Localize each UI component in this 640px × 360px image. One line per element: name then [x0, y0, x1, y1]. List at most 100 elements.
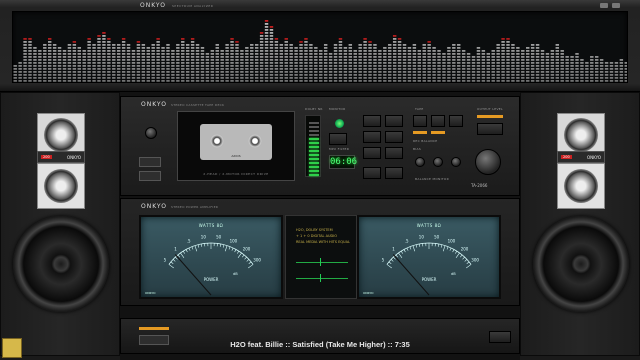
spectrum-segment	[535, 47, 540, 49]
vu-segment	[309, 134, 319, 136]
rec-right-knob[interactable]	[451, 157, 461, 167]
tape-type-button-3[interactable]	[449, 115, 463, 127]
spectrum-segment	[348, 44, 353, 46]
power-knob[interactable]	[145, 127, 157, 139]
spectrum-segment	[28, 50, 32, 52]
spectrum-segment	[171, 80, 175, 82]
spectrum-segment	[397, 77, 402, 79]
spectrum-segment	[190, 44, 195, 46]
spectrum-segment	[432, 47, 436, 49]
spectrum-segment	[210, 50, 215, 52]
spectrum-analyzer: ONKYO SPECTRUM ANALYZER	[0, 0, 640, 92]
spectrum-segment	[447, 71, 451, 73]
spectrum-segment	[136, 65, 141, 67]
spectrum-segment	[195, 65, 200, 67]
spectrum-segment	[112, 77, 116, 79]
meter-scale-label: 10	[201, 235, 207, 240]
spectrum-segment	[368, 74, 372, 76]
rewind-button[interactable]	[363, 115, 381, 127]
spectrum-segment	[624, 68, 627, 70]
spectrum-segment	[82, 56, 86, 58]
spectrum-segment	[294, 65, 298, 67]
spectrum-segment	[28, 38, 32, 40]
spectrum-segment	[432, 68, 436, 70]
bias-knob[interactable]	[415, 157, 425, 167]
spectrum-segment	[269, 35, 274, 37]
spectrum-segment	[323, 77, 328, 79]
spectrum-segment	[254, 59, 259, 61]
spectrum-segment	[171, 68, 175, 70]
spectrum-segment	[146, 53, 150, 55]
spectrum-segment	[264, 32, 269, 34]
eject-button[interactable]	[139, 157, 161, 167]
spectrum-segment	[284, 74, 288, 76]
spectrum-segment	[432, 74, 436, 76]
spectrum-segment	[392, 62, 397, 64]
spectrum-segment	[496, 44, 500, 46]
tuner-indicator	[139, 327, 169, 330]
counter-reset-button[interactable]	[363, 167, 381, 179]
spectrum-segment	[116, 53, 121, 55]
spectrum-segment	[250, 62, 254, 64]
balance-marker-2[interactable]	[320, 274, 321, 282]
spectrum-segment	[314, 56, 318, 58]
stop-deck-button[interactable]	[385, 147, 403, 159]
spectrum-segment	[304, 56, 308, 58]
spectrum-segment	[230, 56, 234, 58]
spectrum-segment	[77, 53, 81, 55]
spectrum-segment	[92, 74, 96, 76]
memory-button[interactable]	[385, 167, 403, 179]
spectrum-segment	[102, 62, 106, 64]
monitor-led[interactable]	[335, 119, 344, 128]
spectrum-segment	[102, 35, 106, 37]
spectrum-segment	[52, 50, 57, 52]
stop-button[interactable]	[139, 171, 161, 181]
spectrum-segment	[609, 65, 614, 67]
spectrum-segment	[319, 65, 323, 67]
now-playing-text: H2O feat. Billie :: Satisfied (Take Me H…	[230, 340, 410, 349]
spectrum-segment	[427, 44, 431, 46]
spectrum-segment	[402, 47, 407, 49]
play-button[interactable]	[385, 115, 403, 127]
spectrum-segment	[215, 65, 219, 67]
spectrum-segment	[599, 74, 604, 76]
spectrum-segment	[107, 59, 111, 61]
output-level-knob[interactable]	[475, 149, 501, 175]
pause-button[interactable]	[385, 131, 403, 143]
fast-forward-button[interactable]	[363, 147, 381, 159]
spectrum-segment	[388, 80, 392, 82]
tape-select-button[interactable]	[329, 133, 347, 145]
spectrum-segment	[397, 62, 402, 64]
spectrum-segment	[102, 65, 106, 67]
spectrum-segment	[447, 59, 451, 61]
spectrum-segment	[466, 77, 471, 79]
spectrum-segment	[338, 44, 343, 46]
spectrum-segment	[97, 65, 101, 67]
rec-left-knob[interactable]	[433, 157, 443, 167]
tape-type-button-1[interactable]	[413, 115, 427, 127]
output-button[interactable]	[477, 123, 503, 135]
spectrum-segment	[540, 68, 545, 70]
left-reel-icon	[210, 134, 224, 148]
analyzer-toggle[interactable]	[600, 3, 608, 8]
balance-marker-1[interactable]	[320, 258, 321, 266]
spectrum-segment	[57, 71, 62, 73]
spectrum-segment	[67, 53, 72, 55]
spectrum-segment	[87, 41, 91, 43]
tape-type-button-2[interactable]	[431, 115, 445, 127]
spectrum-segment	[240, 65, 244, 67]
spectrum-segment	[595, 77, 599, 79]
spectrum-segment	[57, 65, 62, 67]
spectrum-segment	[38, 71, 42, 73]
spectrum-segment	[304, 50, 308, 52]
spectrum-segment	[378, 62, 382, 64]
right-speaker: 200 ONKYO	[520, 92, 640, 356]
spectrum-segment	[43, 62, 47, 64]
spectrum-segment	[358, 59, 362, 61]
spectrum-segment	[309, 74, 313, 76]
spectrum-segment	[195, 77, 200, 79]
record-button[interactable]	[363, 131, 381, 143]
analyzer-toggle-2[interactable]	[612, 3, 620, 8]
spectrum-segment	[437, 50, 441, 52]
spectrum-segment	[486, 71, 491, 73]
